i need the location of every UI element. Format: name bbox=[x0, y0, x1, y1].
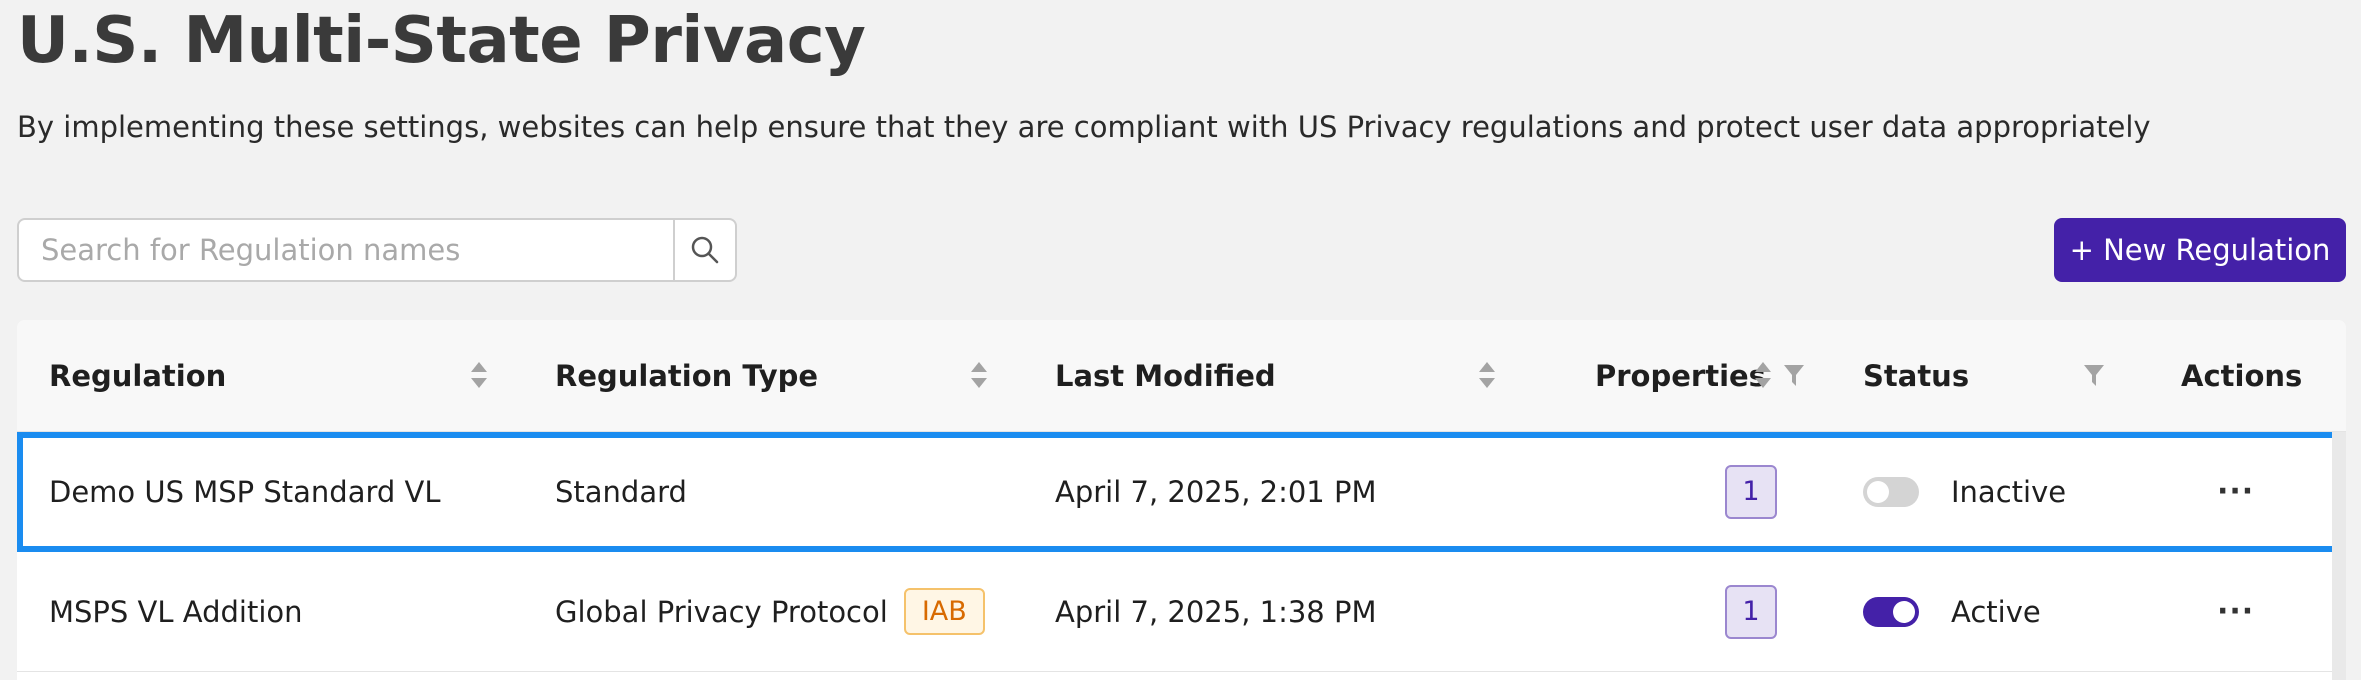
search-button[interactable] bbox=[673, 220, 735, 280]
search-icon bbox=[691, 236, 719, 264]
status-cell: Inactive bbox=[1863, 432, 2066, 551]
status-cell: Active bbox=[1863, 552, 2041, 671]
page: U.S. Multi-State Privacy By implementing… bbox=[0, 0, 2361, 680]
properties-count-badge[interactable]: 1 bbox=[1725, 464, 1777, 519]
regulation-type: Standard bbox=[555, 474, 687, 509]
regulation-type: Global Privacy Protocol bbox=[555, 594, 888, 629]
more-actions-icon[interactable]: ··· bbox=[2217, 474, 2254, 509]
toggle-knob bbox=[1867, 480, 1889, 503]
scrollbar[interactable] bbox=[2332, 432, 2346, 680]
last-modified: April 7, 2025, 1:38 PM bbox=[1055, 594, 1377, 629]
filter-icon[interactable] bbox=[2083, 360, 2105, 390]
actions-cell: ··· bbox=[2217, 432, 2254, 551]
properties-count-badge[interactable]: 1 bbox=[1725, 584, 1777, 639]
properties-cell: 1 bbox=[1725, 552, 1777, 671]
column-header-regulation[interactable]: Regulation bbox=[49, 320, 226, 432]
sort-icon[interactable] bbox=[1477, 360, 1497, 390]
status-toggle[interactable] bbox=[1863, 476, 1919, 507]
regulations-table: Regulation Regulation Type Last Modified… bbox=[17, 320, 2346, 680]
sort-icon[interactable] bbox=[469, 360, 489, 390]
table-row[interactable]: MSPS VL Addition Global Privacy Protocol… bbox=[17, 552, 2346, 672]
table-row[interactable]: Demo US MSP Standard VL Standard April 7… bbox=[17, 432, 2346, 552]
last-modified: April 7, 2025, 2:01 PM bbox=[1055, 474, 1377, 509]
status-label: Inactive bbox=[1951, 474, 2067, 509]
sort-icon[interactable] bbox=[969, 360, 989, 390]
regulation-name[interactable]: MSPS VL Addition bbox=[49, 552, 303, 671]
filter-icon[interactable] bbox=[1783, 360, 1805, 390]
actions-cell: ··· bbox=[2217, 552, 2254, 671]
column-header-properties[interactable]: Properties bbox=[1595, 320, 1766, 432]
search-input[interactable] bbox=[19, 220, 673, 280]
regulation-type-cell: Global Privacy Protocol IAB bbox=[555, 552, 985, 671]
column-header-regulation-type[interactable]: Regulation Type bbox=[555, 320, 818, 432]
properties-cell: 1 bbox=[1725, 432, 1777, 551]
page-title: U.S. Multi-State Privacy bbox=[17, 4, 866, 78]
new-regulation-button[interactable]: + New Regulation bbox=[2054, 218, 2346, 282]
column-header-actions: Actions bbox=[2181, 359, 2303, 393]
toggle-knob bbox=[1893, 600, 1915, 623]
regulation-name[interactable]: Demo US MSP Standard VL bbox=[49, 432, 441, 551]
search-bar bbox=[17, 218, 737, 282]
iab-tag: IAB bbox=[903, 588, 985, 635]
status-label: Active bbox=[1951, 594, 2041, 629]
column-header-status[interactable]: Status bbox=[1863, 320, 1969, 432]
table-header: Regulation Regulation Type Last Modified… bbox=[17, 320, 2346, 432]
page-description: By implementing these settings, websites… bbox=[17, 110, 2151, 144]
status-toggle[interactable] bbox=[1863, 596, 1919, 627]
column-header-last-modified[interactable]: Last Modified bbox=[1055, 320, 1276, 432]
sort-icon[interactable] bbox=[1753, 360, 1773, 390]
more-actions-icon[interactable]: ··· bbox=[2217, 594, 2254, 629]
